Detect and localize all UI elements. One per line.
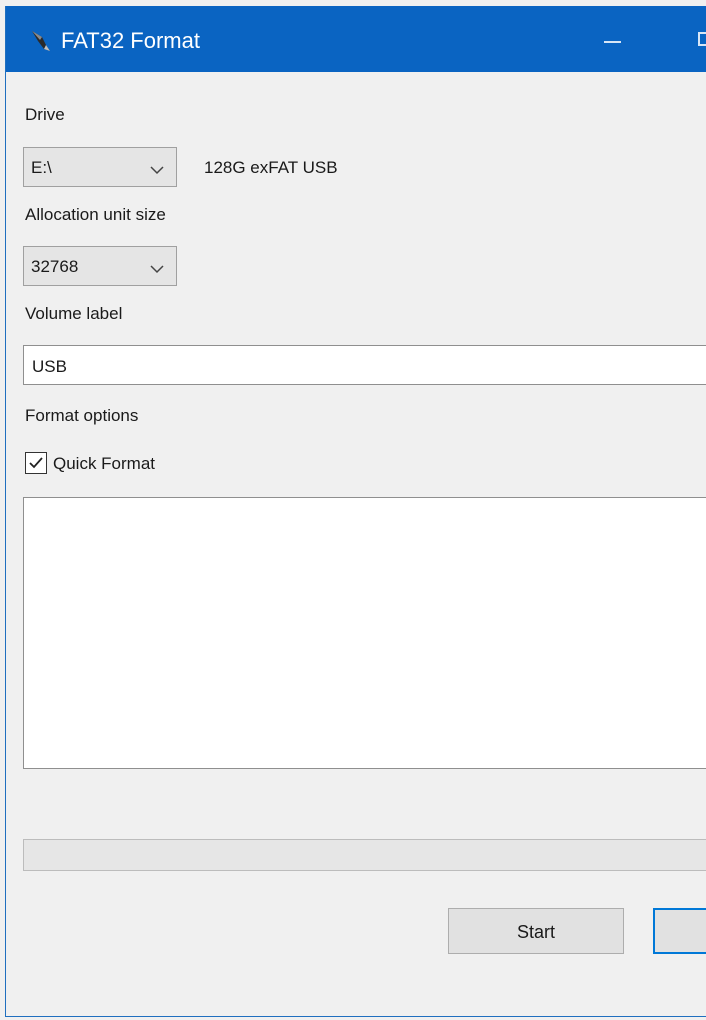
fat32-format-window: FAT32 Format Drive E:\ 128G exFAT USB Al… <box>5 6 706 1017</box>
app-root: FAT32 Format Drive E:\ 128G exFAT USB Al… <box>0 0 706 1020</box>
drive-label: Drive <box>25 105 65 124</box>
chevron-down-icon <box>150 261 164 274</box>
close-button[interactable] <box>653 908 706 954</box>
window-title: FAT32 Format <box>61 28 200 53</box>
drive-select-value: E:\ <box>31 158 52 177</box>
checkmark-icon <box>29 457 43 469</box>
drive-select[interactable]: E:\ <box>23 147 177 187</box>
status-log-area[interactable] <box>23 497 706 769</box>
maximize-button[interactable] <box>690 20 706 58</box>
progress-bar <box>23 839 706 871</box>
allocation-unit-size-value: 32768 <box>31 257 79 276</box>
minimize-icon <box>604 41 621 43</box>
minimize-button[interactable] <box>592 20 632 58</box>
quick-format-label[interactable]: Quick Format <box>53 454 155 474</box>
volume-label-heading: Volume label <box>25 304 123 323</box>
fat32-format-app-icon <box>30 29 52 53</box>
allocation-unit-size-label: Allocation unit size <box>25 205 166 224</box>
title-bar[interactable]: FAT32 Format <box>6 6 706 72</box>
volume-label-value: USB <box>32 357 67 376</box>
chevron-down-icon <box>150 162 164 175</box>
drive-info-text: 128G exFAT USB <box>204 158 338 177</box>
maximize-icon <box>698 32 706 46</box>
quick-format-checkbox[interactable] <box>25 452 47 474</box>
volume-label-input[interactable]: USB <box>23 345 706 385</box>
allocation-unit-size-select[interactable]: 32768 <box>23 246 177 286</box>
start-button[interactable]: Start <box>448 908 624 954</box>
format-options-label: Format options <box>25 406 139 425</box>
